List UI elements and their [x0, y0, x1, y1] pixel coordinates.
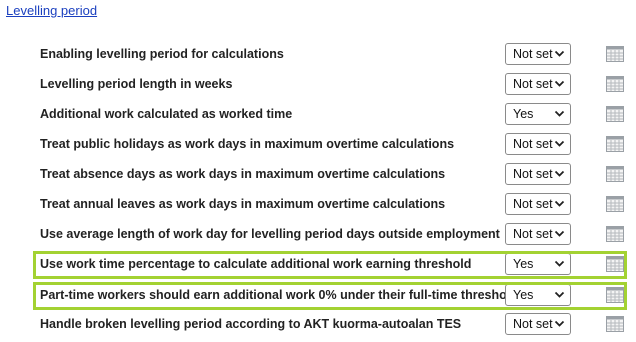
- calendar-grid-icon[interactable]: [606, 316, 624, 332]
- setting-select-value: Not set: [513, 227, 553, 241]
- setting-row: Use work time percentage to calculate ad…: [0, 249, 636, 279]
- setting-label: Part-time workers should earn additional…: [40, 288, 518, 302]
- setting-select-value: Not set: [513, 137, 553, 151]
- calendar-grid-icon[interactable]: [606, 196, 624, 212]
- setting-row: Additional work calculated as worked tim…: [0, 99, 636, 129]
- setting-label: Use work time percentage to calculate ad…: [40, 257, 472, 271]
- setting-select-value: Not set: [513, 197, 553, 211]
- chevron-down-icon: [554, 228, 565, 239]
- setting-row: Part-time workers should earn additional…: [0, 280, 636, 310]
- chevron-down-icon: [554, 108, 565, 119]
- setting-label: Additional work calculated as worked tim…: [40, 107, 293, 121]
- setting-row: Treat absence days as work days in maxim…: [0, 159, 636, 189]
- setting-select-value: Not set: [513, 47, 553, 61]
- setting-label: Levelling period length in weeks: [40, 77, 233, 91]
- setting-label: Enabling levelling period for calculatio…: [40, 47, 284, 61]
- setting-select-value: Not set: [513, 167, 553, 181]
- setting-select[interactable]: Not set: [505, 73, 571, 95]
- calendar-grid-icon[interactable]: [606, 226, 624, 242]
- calendar-grid-icon[interactable]: [606, 136, 624, 152]
- setting-select[interactable]: Not set: [505, 43, 571, 65]
- setting-row: Levelling period length in weeks Not set: [0, 69, 636, 99]
- calendar-grid-icon[interactable]: [606, 46, 624, 62]
- setting-select[interactable]: Not set: [505, 223, 571, 245]
- setting-select[interactable]: Yes: [505, 103, 571, 125]
- calendar-grid-icon[interactable]: [606, 256, 624, 272]
- calendar-grid-icon[interactable]: [606, 166, 624, 182]
- setting-select-value: Yes: [513, 107, 534, 121]
- setting-select[interactable]: Not set: [505, 313, 571, 335]
- setting-label: Treat public holidays as work days in ma…: [40, 137, 455, 151]
- section-title-link[interactable]: Levelling period: [6, 3, 97, 18]
- setting-select-value: Not set: [513, 317, 553, 331]
- calendar-grid-icon[interactable]: [606, 287, 624, 303]
- setting-label: Treat absence days as work days in maxim…: [40, 167, 446, 181]
- setting-select[interactable]: Not set: [505, 133, 571, 155]
- chevron-down-icon: [554, 168, 565, 179]
- chevron-down-icon: [554, 258, 565, 269]
- setting-select[interactable]: Yes: [505, 284, 571, 306]
- setting-row: Treat annual leaves as work days in maxi…: [0, 189, 636, 219]
- setting-label: Treat annual leaves as work days in maxi…: [40, 197, 446, 211]
- chevron-down-icon: [554, 318, 565, 329]
- setting-select[interactable]: Yes: [505, 253, 571, 275]
- setting-select[interactable]: Not set: [505, 163, 571, 185]
- setting-row: Handle broken levelling period according…: [0, 309, 636, 339]
- chevron-down-icon: [554, 78, 565, 89]
- setting-label: Use average length of work day for level…: [40, 227, 500, 241]
- chevron-down-icon: [554, 198, 565, 209]
- setting-row: Use average length of work day for level…: [0, 219, 636, 249]
- calendar-grid-icon[interactable]: [606, 106, 624, 122]
- setting-label: Handle broken levelling period according…: [40, 317, 462, 331]
- setting-row: Enabling levelling period for calculatio…: [0, 39, 636, 69]
- chevron-down-icon: [554, 138, 565, 149]
- setting-select-value: Yes: [513, 257, 534, 271]
- setting-select-value: Yes: [513, 288, 534, 302]
- calendar-grid-icon[interactable]: [606, 76, 624, 92]
- setting-select[interactable]: Not set: [505, 193, 571, 215]
- setting-row: Treat public holidays as work days in ma…: [0, 129, 636, 159]
- setting-select-value: Not set: [513, 77, 553, 91]
- chevron-down-icon: [554, 289, 565, 300]
- chevron-down-icon: [554, 48, 565, 59]
